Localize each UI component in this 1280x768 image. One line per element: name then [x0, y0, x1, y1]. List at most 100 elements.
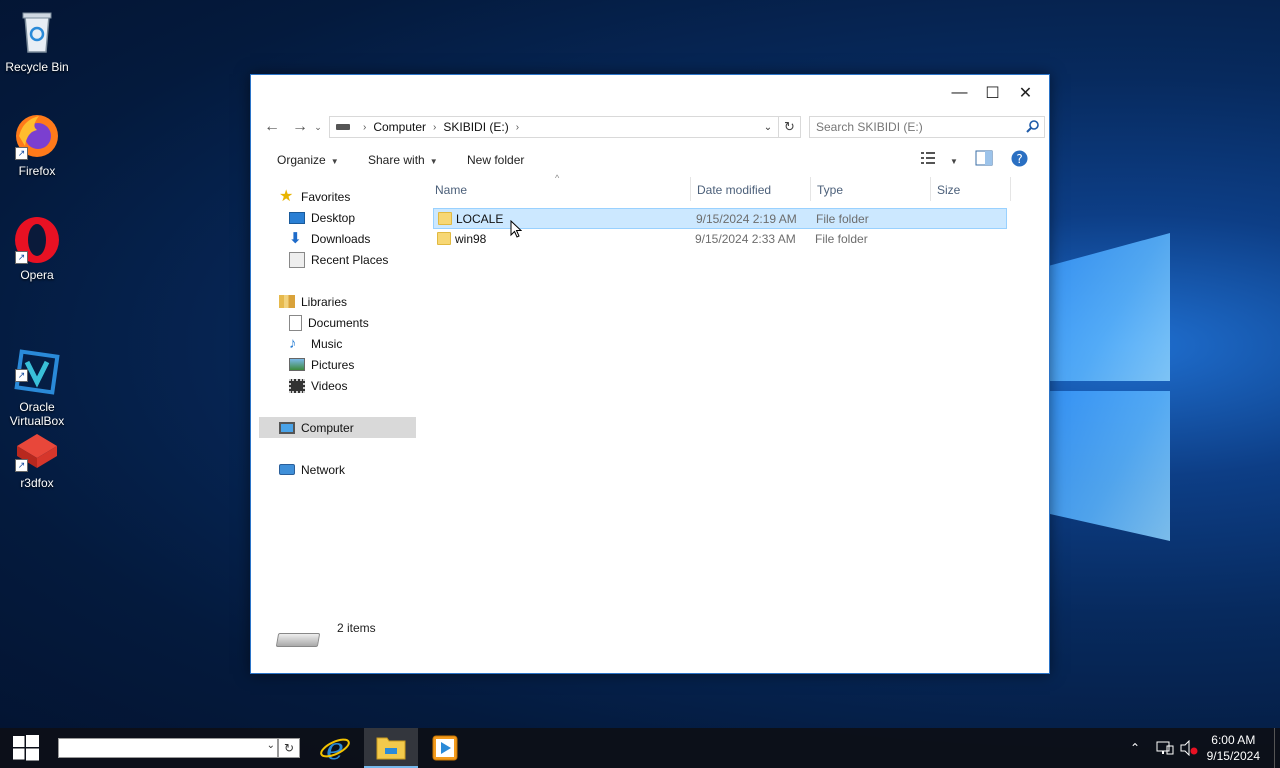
command-bar: Organize ▼ Share with ▼ New folder ▼ ?	[251, 147, 1049, 177]
virtualbox-icon: ↗	[13, 334, 61, 395]
breadcrumb-computer[interactable]: Computer	[373, 120, 426, 134]
column-header-name[interactable]: Name	[429, 177, 691, 201]
address-bar-row: ← → ⌄ › Computer › SKIBIDI (E:) › ⌄ ↻ Se…	[259, 115, 1045, 139]
share-with-button[interactable]: Share with ▼	[368, 153, 438, 167]
column-headers: ^ Name Date modified Type Size	[429, 173, 1011, 201]
organize-button[interactable]: Organize ▼	[277, 153, 339, 167]
search-input[interactable]: Search SKIBIDI (E:)	[809, 116, 1045, 138]
taskbar-address-input[interactable]: ⌄	[58, 738, 278, 758]
search-placeholder: Search SKIBIDI (E:)	[816, 120, 923, 134]
breadcrumb-drive[interactable]: SKIBIDI (E:)	[443, 120, 508, 134]
file-date: 9/15/2024 2:33 AM	[695, 232, 796, 246]
svg-text:e: e	[326, 732, 344, 764]
nav-videos[interactable]: Videos	[289, 375, 347, 396]
breadcrumb-separator-icon[interactable]: ›	[516, 122, 519, 133]
preview-pane-button[interactable]	[975, 150, 993, 169]
nav-label: Pictures	[311, 357, 355, 372]
maximize-button[interactable]: ☐	[976, 79, 1009, 107]
taskbar-internet-explorer[interactable]: e	[308, 728, 362, 768]
opera-icon: ↗	[13, 216, 61, 264]
chevron-down-icon[interactable]: ⌄	[267, 740, 275, 751]
back-arrow-icon[interactable]: ←	[261, 115, 283, 139]
show-hidden-icons-chevron-icon[interactable]: ⌃	[1130, 728, 1140, 768]
computer-icon	[279, 421, 295, 434]
folder-icon	[438, 212, 452, 225]
desktop-icon	[289, 211, 305, 224]
breadcrumb-separator-icon[interactable]: ›	[363, 122, 366, 133]
change-view-button[interactable]	[921, 151, 935, 168]
column-header-date-modified[interactable]: Date modified	[691, 177, 811, 201]
desktop-icon-opera[interactable]: ↗ Opera	[0, 216, 74, 282]
media-player-icon	[432, 735, 458, 761]
organize-label: Organize	[277, 153, 326, 167]
network-icon[interactable]	[1156, 728, 1174, 768]
drive-icon	[275, 633, 321, 647]
title-bar[interactable]: — ☐ ✕	[251, 75, 1049, 111]
desktop-icon-firefox[interactable]: ↗ Firefox	[0, 112, 74, 178]
taskbar-file-explorer[interactable]	[364, 728, 418, 768]
nav-label: Computer	[301, 420, 354, 435]
nav-label: Videos	[311, 378, 348, 393]
recent-places-icon	[289, 251, 305, 268]
column-header-type[interactable]: Type	[811, 177, 931, 201]
file-explorer-icon	[376, 737, 406, 760]
forward-arrow-icon[interactable]: →	[289, 115, 311, 139]
desktop-icon-label: Firefox	[18, 164, 56, 178]
nav-label: Downloads	[311, 231, 371, 246]
new-folder-button[interactable]: New folder	[467, 153, 524, 167]
minimize-button[interactable]: —	[943, 79, 976, 107]
column-header-size[interactable]: Size	[931, 177, 1011, 201]
close-button[interactable]: ✕	[1009, 79, 1042, 107]
taskbar: ⌄ ↻ e ⌃ 6:00 AM 9/15/2024	[0, 728, 1280, 768]
nav-music[interactable]: ♪ Music	[289, 333, 342, 354]
desktop-icon-label: r3dfox	[20, 476, 54, 490]
details-pane: 2 items	[251, 609, 1049, 673]
file-name: LOCALE	[456, 212, 504, 226]
view-list-icon	[921, 152, 935, 164]
breadcrumb[interactable]: › Computer › SKIBIDI (E:) › ⌄	[329, 116, 779, 138]
svg-text:?: ?	[1016, 152, 1022, 166]
recycle-bin-icon	[13, 8, 61, 56]
network-icon	[279, 464, 295, 475]
clock-date: 9/15/2024	[1206, 749, 1260, 763]
help-button[interactable]: ?	[1011, 150, 1028, 170]
drive-icon	[336, 124, 350, 130]
file-type: File folder	[815, 232, 868, 246]
system-clock[interactable]: 6:00 AM 9/15/2024	[1207, 732, 1260, 764]
recent-locations-chevron-icon[interactable]: ⌄	[311, 115, 325, 139]
nav-computer[interactable]: Computer	[259, 417, 416, 438]
document-icon	[289, 314, 302, 331]
nav-label: Favorites	[301, 189, 351, 204]
mouse-cursor-icon	[510, 220, 522, 238]
refresh-icon[interactable]: ↻	[278, 738, 300, 758]
start-button[interactable]	[0, 728, 52, 768]
file-name: win98	[455, 232, 487, 246]
folder-icon	[437, 232, 451, 245]
nav-desktop[interactable]: Desktop	[289, 207, 355, 228]
nav-downloads[interactable]: ⬇ Downloads	[289, 228, 370, 249]
share-with-label: Share with	[368, 153, 425, 167]
search-icon[interactable]	[1026, 119, 1040, 133]
more-options-chevron-icon[interactable]: ▼	[945, 153, 958, 167]
taskbar-media-player[interactable]	[418, 728, 472, 768]
nav-network[interactable]: Network	[279, 459, 345, 480]
nav-label: Music	[311, 336, 343, 351]
volume-muted-icon[interactable]	[1180, 728, 1198, 768]
show-desktop-button[interactable]	[1274, 728, 1280, 768]
nav-libraries[interactable]: Libraries	[279, 291, 347, 312]
chevron-down-icon: ▼	[429, 157, 438, 166]
desktop-icon-recycle-bin[interactable]: Recycle Bin	[0, 8, 74, 74]
desktop-icon-r3dfox[interactable]: ↗ r3dfox	[0, 424, 74, 490]
music-note-icon: ♪	[289, 334, 297, 352]
nav-recent-places[interactable]: Recent Places	[289, 249, 388, 270]
nav-pictures[interactable]: Pictures	[289, 354, 354, 375]
nav-documents[interactable]: Documents	[289, 312, 369, 333]
pictures-icon	[289, 358, 305, 371]
address-dropdown-icon[interactable]: ⌄	[760, 117, 776, 137]
navigation-pane: ★ Favorites Desktop ⬇ Downloads Recent P…	[259, 183, 416, 603]
refresh-icon[interactable]: ↻	[779, 116, 801, 138]
explorer-window: — ☐ ✕ ← → ⌄ › Computer › SKIBIDI (E:) › …	[250, 74, 1050, 674]
nav-favorites[interactable]: ★ Favorites	[279, 186, 350, 207]
windows-start-icon	[13, 735, 39, 761]
breadcrumb-separator-icon[interactable]: ›	[433, 122, 436, 133]
